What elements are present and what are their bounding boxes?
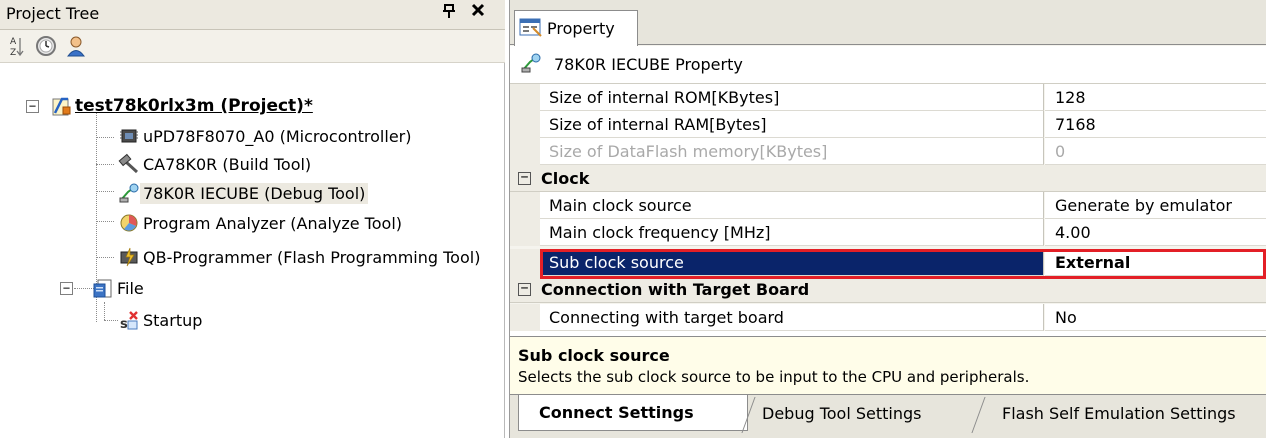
row-gutter: [510, 219, 540, 246]
collapse-icon[interactable]: −: [518, 282, 531, 296]
project-tree-toolbar: AZ: [0, 30, 505, 63]
row-gutter: [510, 192, 540, 219]
property-value: 0: [1045, 138, 1266, 165]
tree-node-label: File: [117, 278, 144, 298]
property-value[interactable]: No: [1045, 304, 1266, 331]
svg-text:Z: Z: [10, 48, 16, 57]
row-gutter: [510, 304, 540, 331]
category-label: Clock: [541, 168, 590, 188]
document-tab-strip: Property: [510, 0, 1266, 46]
tree-node-label: QB-Programmer (Flash Programming Tool): [143, 247, 481, 267]
property-row[interactable]: Size of internal ROM[KBytes] 128: [510, 84, 1266, 111]
tree-connector: [96, 137, 114, 138]
debug-probe-icon: [520, 52, 542, 78]
property-panel: Property 78K0R IECUBE Property Size of i…: [509, 0, 1266, 438]
property-name: Connecting with target board: [540, 304, 1044, 331]
tree-node-analyze-tool[interactable]: Program Analyzer (Analyze Tool): [118, 211, 402, 235]
bottom-tab-strip: Connect Settings Debug Tool Settings Fla…: [510, 395, 1266, 438]
property-icon: [519, 16, 543, 42]
tree-connector: [96, 257, 114, 258]
tree-node-label: test78k0rlx3m (Project)*: [75, 96, 313, 116]
tree-node-startup[interactable]: s Startup: [118, 308, 203, 333]
description-text: Selects the sub clock source to be input…: [518, 368, 1030, 386]
category-header[interactable]: − Connection with Target Board: [510, 276, 1266, 303]
category-header[interactable]: − Clock: [510, 165, 1266, 192]
tree-node-project[interactable]: test78k0rlx3m (Project)*: [50, 94, 313, 118]
row-gutter: [510, 138, 540, 165]
tree-node-label: Program Analyzer (Analyze Tool): [143, 213, 402, 233]
tree-connector: [104, 320, 118, 321]
hammer-icon: [118, 153, 140, 175]
property-row: Size of DataFlash memory[KBytes] 0: [510, 138, 1266, 165]
svg-text:A: A: [10, 37, 17, 47]
tree-connector: [96, 191, 114, 192]
file-expander[interactable]: −: [60, 282, 73, 295]
row-gutter: [510, 111, 540, 138]
project-icon: [50, 95, 72, 117]
tree-node-label: Startup: [143, 310, 203, 330]
description-panel: Sub clock source Selects the sub clock s…: [510, 336, 1266, 395]
svg-text:s: s: [120, 317, 128, 331]
tree-node-build-tool[interactable]: CA78K0R (Build Tool): [118, 152, 311, 176]
property-header: 78K0R IECUBE Property: [510, 46, 1266, 84]
startup-file-icon: s: [118, 309, 140, 332]
property-row[interactable]: Size of internal RAM[Bytes] 7168: [510, 111, 1266, 138]
tab-label: Property: [547, 19, 615, 38]
tree-connector: [96, 164, 114, 165]
project-tree-title: Project Tree: [6, 4, 100, 23]
tab-connect-settings[interactable]: Connect Settings: [518, 395, 748, 431]
tree-connector: [96, 221, 114, 222]
analyzer-icon: [118, 212, 140, 234]
tree-node-label: uPD78F8070_A0 (Microcontroller): [143, 126, 412, 146]
property-row[interactable]: Main clock frequency [MHz] 4.00: [510, 219, 1266, 246]
tree-node-label: CA78K0R (Build Tool): [143, 154, 312, 174]
row-gutter: [510, 249, 540, 276]
property-value[interactable]: Generate by emulator: [1045, 192, 1266, 219]
chip-icon: [118, 125, 140, 147]
property-name: Main clock frequency [MHz]: [540, 219, 1044, 246]
debug-probe-icon: [118, 182, 140, 204]
project-expander[interactable]: −: [26, 100, 39, 113]
tree-node-file[interactable]: File: [92, 276, 144, 300]
project-tree-header: Project Tree: [0, 0, 505, 30]
category-row-connection[interactable]: − Connection with Target Board: [510, 276, 1266, 303]
property-name: Main clock source: [540, 192, 1044, 219]
row-gutter: [510, 84, 540, 111]
property-row[interactable]: Main clock source Generate by emulator: [510, 192, 1266, 219]
property-name: Size of internal RAM[Bytes]: [540, 111, 1044, 138]
tree-connector: [104, 302, 105, 320]
tab-debug-tool-settings[interactable]: Debug Tool Settings: [762, 395, 978, 431]
project-tree-panel: Project Tree AZ − test78k0rlx3m (Project…: [0, 0, 505, 438]
tree-node-label: 78K0R IECUBE (Debug Tool): [140, 182, 369, 204]
tree-node-microcontroller[interactable]: uPD78F8070_A0 (Microcontroller): [118, 124, 411, 148]
folder-icon: [92, 277, 114, 299]
property-value[interactable]: 128: [1045, 84, 1266, 111]
property-row[interactable]: Connecting with target board No: [510, 304, 1266, 331]
collapse-icon[interactable]: −: [518, 171, 531, 185]
close-icon[interactable]: [470, 1, 486, 23]
description-title: Sub clock source: [518, 346, 670, 365]
property-header-title: 78K0R IECUBE Property: [554, 55, 743, 74]
clock-icon[interactable]: [34, 34, 58, 58]
category-label: Connection with Target Board: [541, 279, 810, 299]
pin-icon[interactable]: [442, 3, 456, 23]
tree-node-debug-tool[interactable]: 78K0R IECUBE (Debug Tool): [118, 181, 369, 205]
flash-programmer-icon: [118, 246, 140, 268]
property-name: Size of DataFlash memory[KBytes]: [540, 138, 1044, 165]
tree-node-flash-tool[interactable]: QB-Programmer (Flash Programming Tool): [118, 245, 480, 269]
property-value[interactable]: 4.00: [1045, 219, 1266, 246]
property-value[interactable]: 7168: [1045, 111, 1266, 138]
project-tree-body: − test78k0rlx3m (Project)* uPD78F8070_A0…: [0, 64, 505, 438]
person-icon[interactable]: [64, 34, 88, 58]
tab-property[interactable]: Property: [514, 10, 638, 46]
property-name: Size of internal ROM[KBytes]: [540, 84, 1044, 111]
tab-flash-self-emulation-settings[interactable]: Flash Self Emulation Settings: [1002, 395, 1266, 431]
highlight-box: [540, 249, 1266, 279]
sort-icon[interactable]: AZ: [4, 34, 28, 58]
category-row-clock[interactable]: − Clock: [510, 165, 1266, 192]
